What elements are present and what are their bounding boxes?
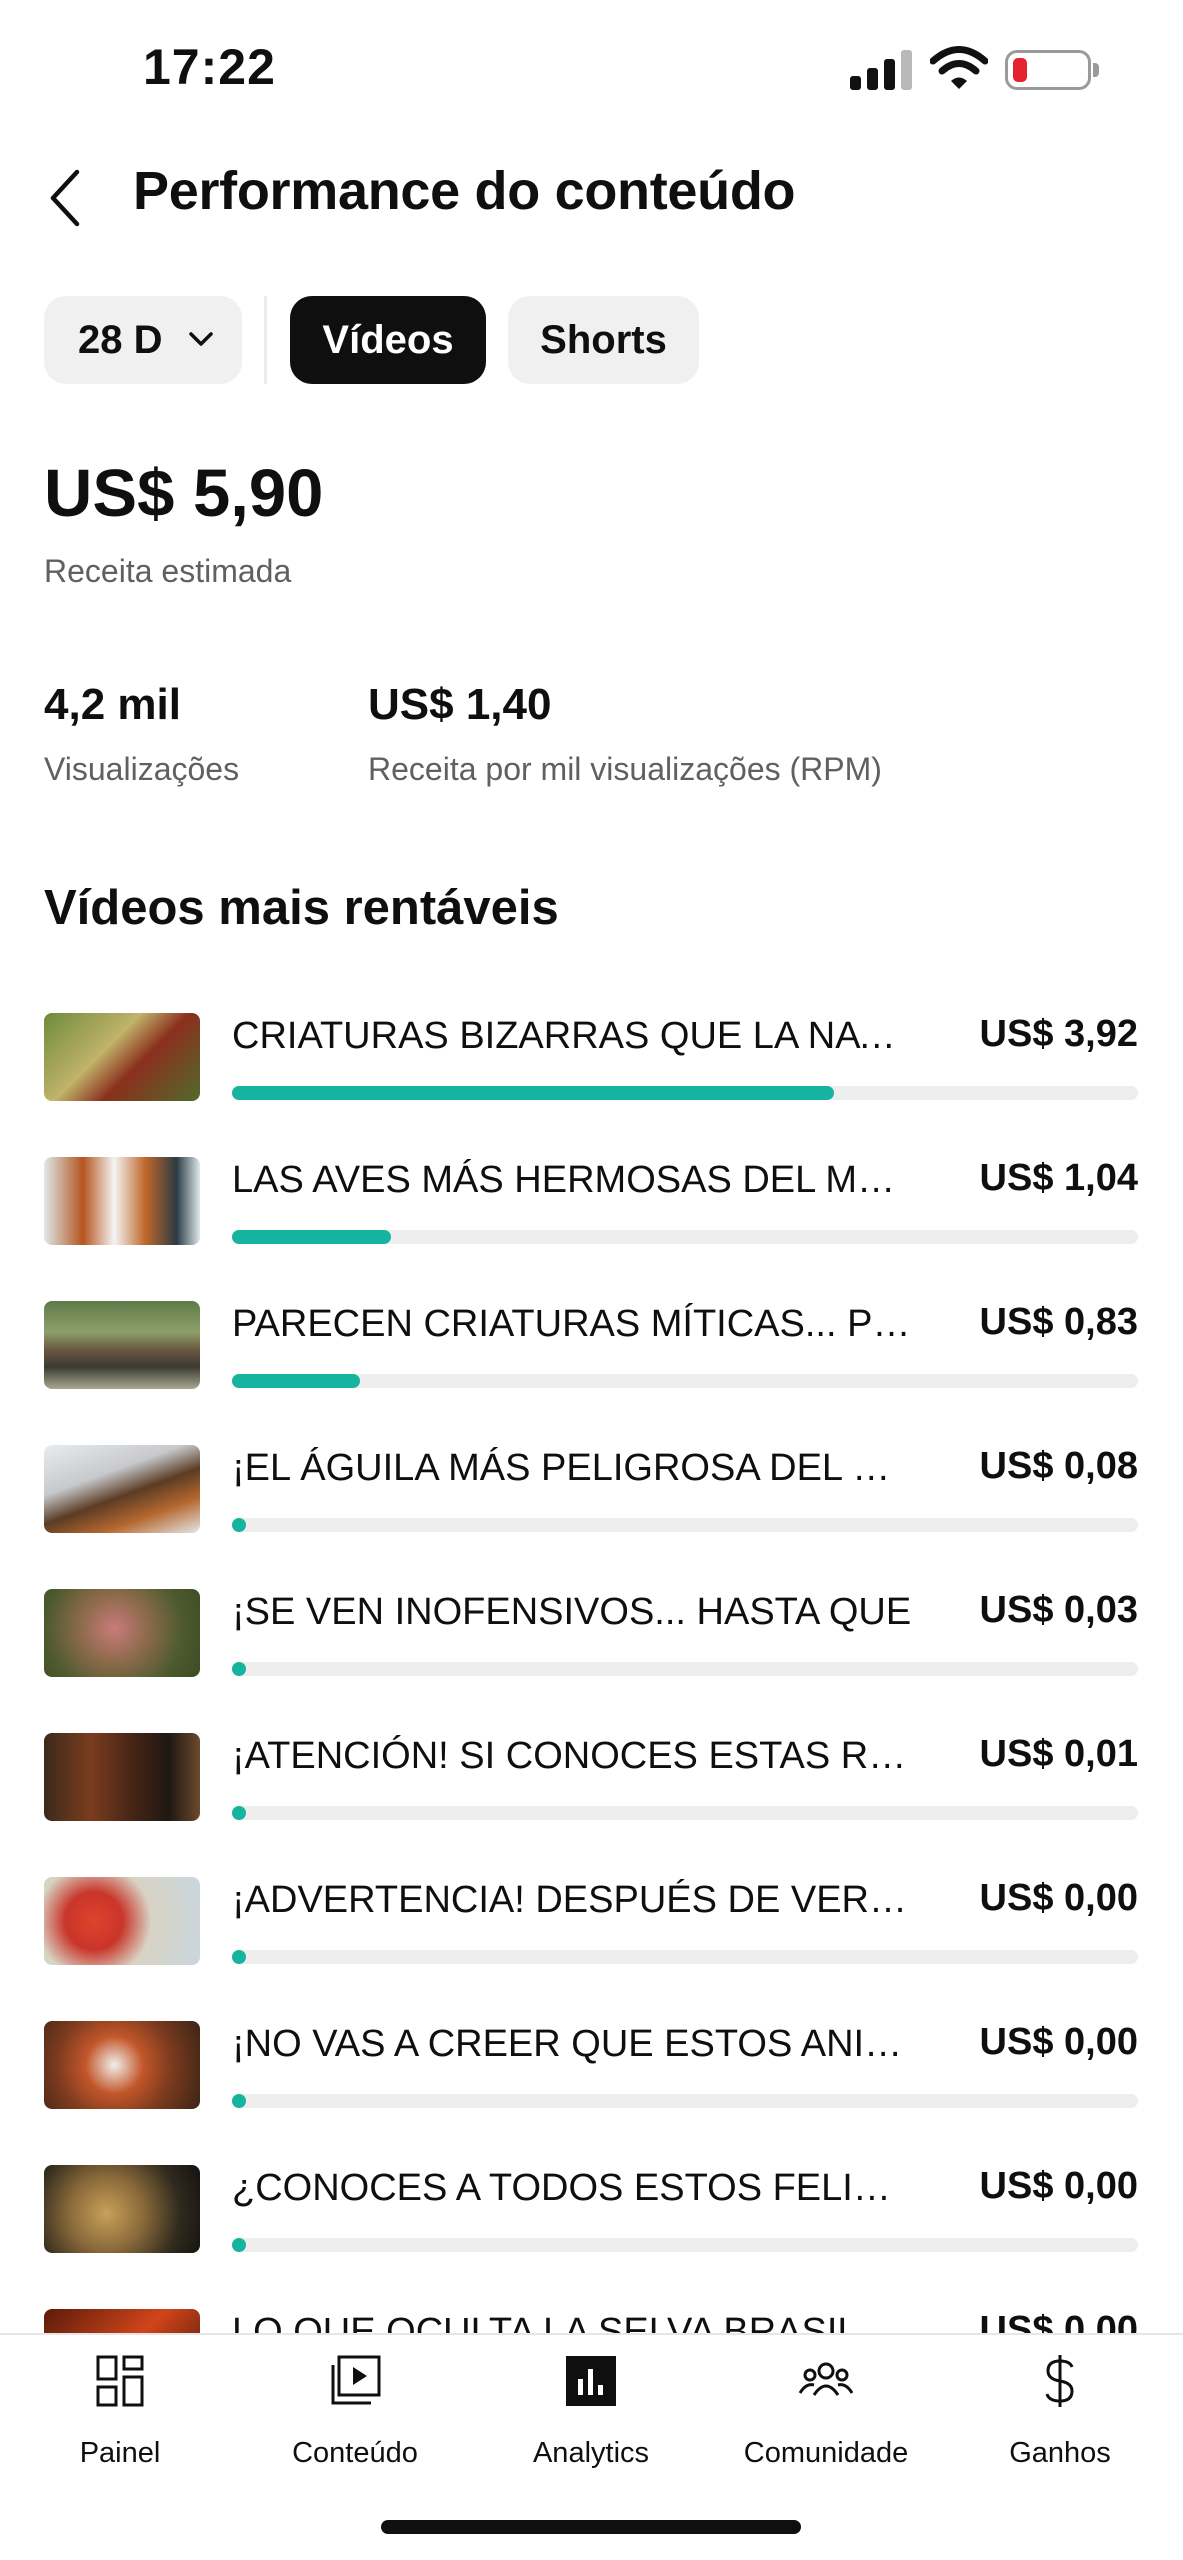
section-title: Vídeos mais rentáveis [44,881,559,935]
revenue-bar-fill [232,1230,391,1244]
jungle-icon [44,2309,200,2335]
video-row[interactable]: PARECEN CRIATURAS MÍTICAS... PERO SON RE… [0,1288,1183,1432]
tab-shorts[interactable]: Shorts [508,296,699,384]
video-revenue: US$ 0,00 [979,2165,1138,2207]
revenue-bar-track [232,1806,1138,1820]
video-revenue: US$ 0,08 [979,1445,1138,1487]
revenue-bar-fill [232,1806,246,1820]
video-row[interactable]: ¡EL ÁGUILA MÁS PELIGROSA DEL MUNDO US$ 0… [0,1432,1183,1576]
horse-icon [44,1301,200,1389]
video-title: ¡NO VAS A CREER QUE ESTOS ANIMALES [232,2023,912,2065]
nav-item-conteudo[interactable]: Conteúdo [245,2351,465,2481]
dollar-icon [1045,2355,1074,2407]
status-bar: 17:22 [0,0,1183,140]
video-title: ¡ADVERTENCIA! DESPUÉS DE VER ESTO [232,1879,912,1921]
nav-item-comunidade[interactable]: Comunidade [716,2351,936,2481]
video-revenue: US$ 0,00 [979,1877,1138,1919]
page-title: Performance do conteúdo [133,161,796,221]
views-label: Visualizações [44,751,240,787]
revenue-bar-track [232,2238,1138,2252]
cellular-signal-icon [850,50,912,90]
nav-item-ganhos[interactable]: Ganhos [950,2351,1170,2481]
video-revenue: US$ 0,00 [979,2309,1138,2335]
video-title: ¿CONOCES A TODOS ESTOS FELINOS [232,2167,912,2209]
nav-label: Painel [79,2437,161,2469]
filter-divider [264,296,267,384]
video-row[interactable]: CRIATURAS BIZARRAS QUE LA NATURALEZA US$… [0,1000,1183,1144]
video-revenue: US$ 0,01 [979,1733,1138,1775]
revenue-bar-track [232,1086,1138,1100]
monkey-icon [44,1877,200,1965]
nav-item-analytics[interactable]: Analytics [481,2351,701,2481]
revenue-bar-fill [232,2094,246,2108]
video-row[interactable]: LO QUE OCULTA LA SELVA BRASILEÑA US$ 0,0… [0,2296,1183,2335]
revenue-bar-track [232,1230,1138,1244]
video-list: CRIATURAS BIZARRAS QUE LA NATURALEZA US$… [0,1000,1183,2335]
revenue-bar-fill [232,1662,246,1676]
estimated-revenue-value: US$ 5,90 [44,456,324,531]
revenue-bar-track [232,1374,1138,1388]
video-title: ¡EL ÁGUILA MÁS PELIGROSA DEL MUNDO [232,1447,912,1489]
nav-label: Comunidade [743,2437,909,2469]
wifi-icon [930,46,988,89]
period-label: 28 D [78,317,163,362]
back-button[interactable] [35,158,95,238]
bird-icon [44,1013,200,1101]
video-revenue: US$ 0,00 [979,2021,1138,2063]
home-indicator [381,2520,801,2534]
revenue-bar-track [232,1518,1138,1532]
rpm-value: US$ 1,40 [368,680,552,729]
content-icon [331,2355,381,2405]
video-row[interactable]: ¡ATENCIÓN! SI CONOCES ESTAS RAZAS US$ 0,… [0,1720,1183,1864]
video-revenue: US$ 3,92 [979,1013,1138,1055]
back-arrow-icon [50,169,80,227]
tab-videos[interactable]: Vídeos [290,296,486,384]
video-row[interactable]: ¡ADVERTENCIA! DESPUÉS DE VER ESTO US$ 0,… [0,1864,1183,2008]
video-row[interactable]: ¡NO VAS A CREER QUE ESTOS ANIMALES US$ 0… [0,2008,1183,2152]
chevron-down-icon [189,332,213,346]
video-title: CRIATURAS BIZARRAS QUE LA NATURALEZA [232,1015,912,1057]
video-row[interactable]: ¡SE VEN INOFENSIVOS... HASTA QUE US$ 0,0… [0,1576,1183,1720]
analytics-icon [566,2356,616,2406]
filter-bar: 28 D Vídeos Shorts [44,296,1144,384]
octopus-icon [44,1589,200,1677]
eagle-icon [44,1445,200,1533]
nav-item-painel[interactable]: Painel [10,2351,230,2481]
revenue-bar-fill [232,1518,246,1532]
revenue-bar-fill [232,1950,246,1964]
rpm-label: Receita por mil visualizações (RPM) [368,751,882,787]
revenue-bar-fill [232,1086,834,1100]
ducks-icon [44,1157,200,1245]
revenue-bar-track [232,2094,1138,2108]
video-title: PARECEN CRIATURAS MÍTICAS... PERO SON RE… [232,1303,912,1345]
community-icon [798,2362,854,2396]
views-value: 4,2 mil [44,680,181,729]
revenue-bar-track [232,1950,1138,1964]
revenue-bar-fill [232,2238,246,2252]
red-panda-icon [44,2021,200,2109]
period-dropdown[interactable]: 28 D [44,296,242,384]
revenue-bar-fill [232,1374,360,1388]
video-row[interactable]: ¿CONOCES A TODOS ESTOS FELINOS US$ 0,00 [0,2152,1183,2296]
video-title: LO QUE OCULTA LA SELVA BRASILEÑA [232,2311,912,2335]
battery-icon [1005,50,1091,90]
video-title: ¡ATENCIÓN! SI CONOCES ESTAS RAZAS [232,1735,912,1777]
nav-label: Ganhos [1009,2437,1111,2469]
nav-label: Analytics [532,2437,650,2469]
estimated-revenue-label: Receita estimada [44,553,292,589]
nav-label: Conteúdo [292,2437,418,2469]
revenue-bar-track [232,1662,1138,1676]
video-revenue: US$ 0,03 [979,1589,1138,1631]
video-row[interactable]: LAS AVES MÁS HERMOSAS DEL MUNDO US$ 1,04 [0,1144,1183,1288]
video-revenue: US$ 1,04 [979,1157,1138,1199]
status-time: 17:22 [143,39,276,95]
header: Performance do conteúdo [0,140,1183,260]
dashboard-icon [96,2355,144,2407]
cattle-icon [44,1733,200,1821]
serval-icon [44,2165,200,2253]
video-title: LAS AVES MÁS HERMOSAS DEL MUNDO [232,1159,912,1201]
battery-tip [1093,63,1099,77]
video-revenue: US$ 0,83 [979,1301,1138,1343]
video-title: ¡SE VEN INOFENSIVOS... HASTA QUE [232,1591,912,1633]
